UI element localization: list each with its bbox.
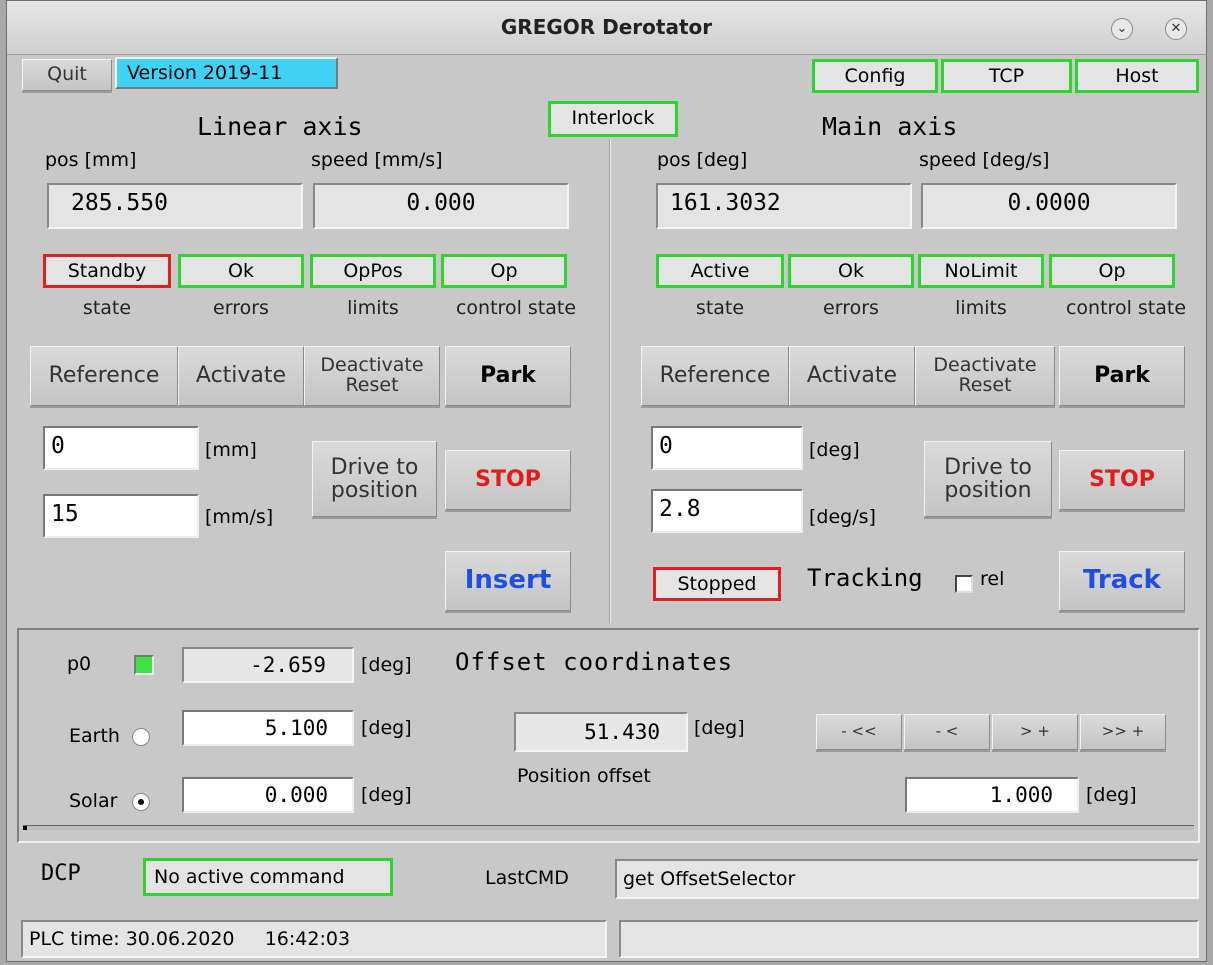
window-title: GREGOR Derotator (500, 15, 713, 39)
solar-unit: [deg] (361, 784, 412, 806)
config-button[interactable]: Config (812, 59, 938, 93)
linear-limits-indicator: OpPos (310, 254, 436, 288)
linear-stop-button[interactable]: STOP (445, 450, 571, 510)
linear-control-state-label: control state (455, 297, 577, 319)
tracking-status-indicator: Stopped (653, 567, 781, 601)
position-offset-label: Position offset (517, 765, 651, 787)
p0-value-display: -2.659 (182, 647, 354, 683)
earth-radio[interactable] (132, 728, 150, 746)
linear-axis-title: Linear axis (197, 112, 363, 141)
earth-label: Earth (69, 725, 120, 747)
close-icon[interactable]: ✕ (1165, 18, 1187, 40)
step-plus-button[interactable]: > + (992, 714, 1078, 750)
main-park-button[interactable]: Park (1059, 346, 1185, 406)
main-activate-button[interactable]: Activate (789, 346, 915, 406)
main-deactivate-reset-button[interactable]: Deactivate Reset (915, 346, 1055, 406)
quit-button[interactable]: Quit (22, 59, 112, 91)
main-pos-label: pos [deg] (657, 149, 748, 171)
main-stop-button[interactable]: STOP (1059, 450, 1185, 510)
main-state-label: state (695, 297, 745, 319)
linear-errors-indicator: Ok (178, 254, 304, 288)
linear-target-pos-input[interactable]: 0 (43, 426, 199, 470)
main-target-pos-input[interactable]: 0 (651, 426, 803, 470)
step-fast-plus-button[interactable]: >> + (1080, 714, 1166, 750)
track-button[interactable]: Track (1059, 551, 1185, 611)
position-offset-unit: [deg] (694, 717, 745, 739)
step-size-input[interactable]: 1.000 (905, 777, 1079, 813)
linear-reference-button[interactable]: Reference (30, 346, 178, 406)
status-right (619, 920, 1199, 958)
dcp-label: DCP (41, 861, 81, 886)
linear-pos-display: 285.550 (47, 183, 303, 229)
offset-progress-track (23, 825, 1194, 830)
p0-unit: [deg] (361, 654, 412, 676)
main-target-speed-input[interactable]: 2.8 (651, 489, 803, 533)
linear-activate-button[interactable]: Activate (178, 346, 304, 406)
main-errors-indicator: Ok (788, 254, 914, 288)
plc-time-status: PLC time: 30.06.2020 16:42:03 (21, 920, 607, 958)
main-target-speed-unit: [deg/s] (809, 506, 876, 528)
p0-label: p0 (67, 653, 92, 675)
linear-drive-to-position-button[interactable]: Drive to position (312, 441, 437, 517)
linear-control-state-indicator: Op (441, 254, 567, 288)
main-speed-label: speed [deg/s] (919, 149, 1050, 171)
offset-progress-marker (23, 826, 27, 830)
main-state-indicator: Active (656, 254, 784, 288)
linear-insert-button[interactable]: Insert (445, 551, 571, 611)
tracking-label: Tracking (807, 564, 923, 592)
linear-deactivate-reset-button[interactable]: Deactivate Reset (304, 346, 440, 406)
axis-separator (609, 139, 611, 623)
linear-speed-display: 0.000 (313, 183, 569, 229)
interlock-indicator: Interlock (548, 101, 678, 137)
linear-speed-label: speed [mm/s] (311, 149, 443, 171)
linear-limits-label: limits (347, 297, 399, 319)
dcp-status-indicator: No active command (143, 858, 393, 896)
derotator-window: GREGOR Derotator ⌄ ✕ Quit Version 2019-1… (6, 0, 1207, 962)
linear-target-speed-unit: [mm/s] (205, 506, 274, 528)
main-drive-to-position-button[interactable]: Drive to position (924, 441, 1052, 517)
step-size-unit: [deg] (1086, 784, 1137, 806)
linear-state-indicator: Standby (43, 254, 171, 288)
p0-led-icon (134, 655, 154, 675)
step-minus-button[interactable]: - < (904, 714, 990, 750)
main-reference-button[interactable]: Reference (641, 346, 789, 406)
host-button[interactable]: Host (1075, 59, 1199, 93)
minimize-icon[interactable]: ⌄ (1111, 18, 1133, 40)
earth-unit: [deg] (361, 717, 412, 739)
linear-target-speed-input[interactable]: 15 (43, 494, 199, 538)
main-errors-label: errors (823, 297, 879, 319)
solar-radio[interactable] (132, 793, 150, 811)
main-control-state-label: control state (1065, 297, 1187, 319)
main-speed-display: 0.0000 (921, 183, 1177, 229)
linear-state-label: state (82, 297, 132, 319)
rel-label: rel (980, 568, 1005, 590)
earth-value-input[interactable]: 5.100 (182, 710, 354, 746)
tcp-button[interactable]: TCP (941, 59, 1072, 93)
title-bar: GREGOR Derotator ⌄ ✕ (7, 1, 1206, 55)
main-pos-display: 161.3032 (656, 183, 912, 229)
linear-pos-label: pos [mm] (45, 149, 137, 171)
offset-coordinates-title: Offset coordinates (455, 648, 734, 676)
main-limits-label: limits (955, 297, 1007, 319)
linear-target-pos-unit: [mm] (205, 439, 257, 461)
main-control-state-indicator: Op (1049, 254, 1175, 288)
position-offset-display: 51.430 (514, 712, 688, 752)
linear-park-button[interactable]: Park (445, 346, 571, 406)
main-axis-title: Main axis (822, 112, 958, 141)
linear-errors-label: errors (213, 297, 269, 319)
lastcmd-label: LastCMD (485, 867, 569, 889)
main-target-pos-unit: [deg] (809, 439, 860, 461)
version-label: Version 2019-11 (115, 57, 338, 89)
main-limits-indicator: NoLimit (918, 254, 1044, 288)
solar-radio-selected-dot (138, 799, 144, 805)
solar-label: Solar (69, 790, 118, 812)
lastcmd-display: get OffsetSelector (615, 859, 1199, 899)
rel-checkbox[interactable] (955, 575, 973, 593)
step-fast-minus-button[interactable]: - << (816, 714, 902, 750)
solar-value-input[interactable]: 0.000 (182, 777, 354, 813)
